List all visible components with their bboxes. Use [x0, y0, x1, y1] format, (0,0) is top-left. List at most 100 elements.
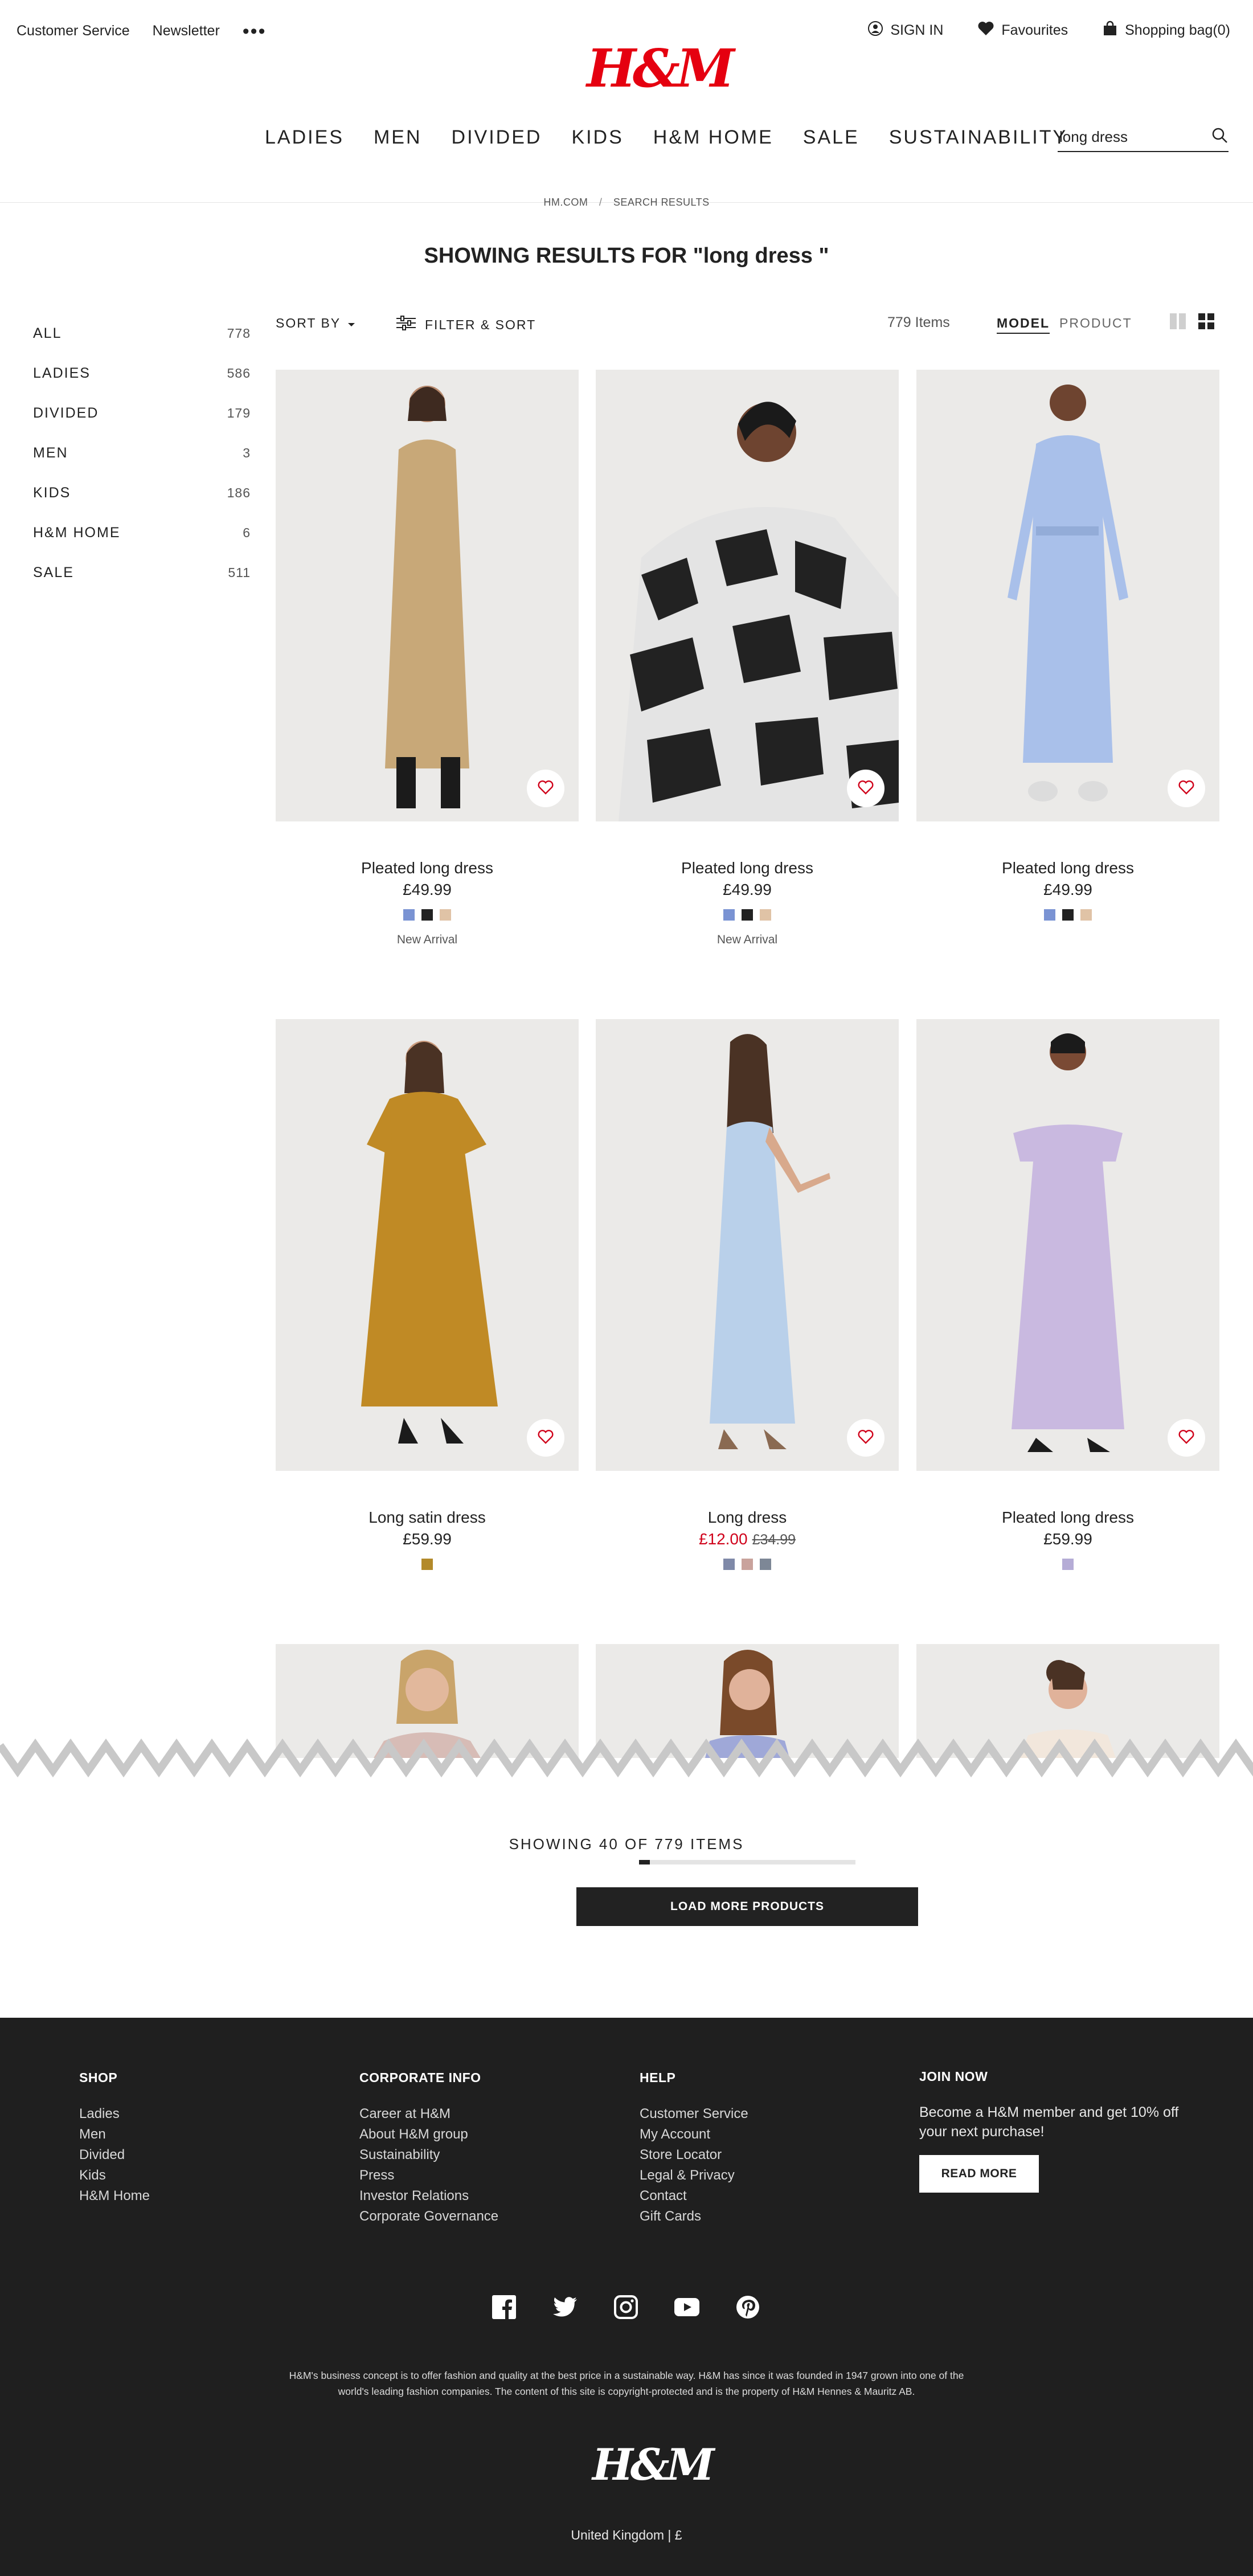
footer-link[interactable]: Store Locator	[640, 2145, 748, 2165]
nav-ladies[interactable]: LADIES	[265, 126, 344, 149]
customer-service-link[interactable]: Customer Service	[17, 23, 130, 39]
favourite-button[interactable]	[1168, 1419, 1205, 1457]
category-all[interactable]: ALL 778	[33, 313, 251, 353]
view-model-toggle[interactable]: MODEL	[997, 316, 1050, 334]
color-swatch[interactable]	[403, 909, 415, 921]
footer-link[interactable]: My Account	[640, 2124, 748, 2145]
sign-in-link[interactable]: SIGN IN	[867, 21, 943, 40]
favourites-link[interactable]: Favourites	[977, 21, 1068, 40]
footer-link[interactable]: Ladies	[79, 2104, 150, 2124]
items-count: 779 Items	[887, 314, 950, 330]
color-swatch[interactable]	[440, 909, 451, 921]
color-swatch[interactable]	[1080, 909, 1092, 921]
nav-divided[interactable]: DIVIDED	[452, 126, 542, 149]
view-product-toggle[interactable]: PRODUCT	[1059, 316, 1132, 331]
nav-sale[interactable]: SALE	[803, 126, 859, 149]
nav-hm-home[interactable]: H&M HOME	[653, 126, 773, 149]
model-figure	[1012, 1033, 1124, 1452]
heart-outline-icon	[537, 1429, 554, 1448]
four-column-grid-icon[interactable]	[1198, 313, 1214, 333]
nav-kids[interactable]: KIDS	[571, 126, 623, 149]
search-icon[interactable]	[1211, 127, 1229, 147]
color-swatch[interactable]	[723, 909, 735, 921]
product-name[interactable]: Long dress	[596, 1508, 899, 1527]
category-men[interactable]: MEN 3	[33, 433, 251, 473]
product-name[interactable]: Long satin dress	[276, 1508, 579, 1527]
product-image[interactable]	[916, 370, 1219, 821]
breadcrumb-home[interactable]: HM.COM	[543, 197, 588, 208]
product-image[interactable]	[276, 370, 579, 821]
search-input[interactable]	[1058, 128, 1189, 146]
color-swatch[interactable]	[421, 909, 433, 921]
footer-link[interactable]: Press	[359, 2165, 498, 2186]
footer-link[interactable]: Divided	[79, 2145, 150, 2165]
color-swatch[interactable]	[1062, 909, 1074, 921]
footer-link[interactable]: Sustainability	[359, 2145, 498, 2165]
footer-link[interactable]: H&M Home	[79, 2186, 150, 2206]
product-card[interactable]: Long satin dress £59.99	[276, 1019, 579, 1570]
favourite-button[interactable]	[527, 770, 564, 807]
footer-link[interactable]: Customer Service	[640, 2104, 748, 2124]
product-image[interactable]	[596, 1019, 899, 1471]
legal-text: H&M's business concept is to offer fashi…	[289, 2370, 964, 2397]
filter-sort-button[interactable]: FILTER & SORT	[396, 316, 536, 334]
category-kids[interactable]: KIDS 186	[33, 473, 251, 513]
color-swatch[interactable]	[1062, 1559, 1074, 1570]
footer-logo[interactable]: H&M	[592, 2439, 715, 2491]
color-swatch[interactable]	[421, 1559, 433, 1570]
product-card[interactable]: Long dress £12.00 £34.99	[596, 1019, 899, 1570]
product-card[interactable]: Pleated long dress £49.99 New Arrival	[596, 370, 899, 947]
load-more-button[interactable]: LOAD MORE PRODUCTS	[576, 1887, 918, 1926]
footer-link[interactable]: About H&M group	[359, 2124, 498, 2145]
nav-sustainability[interactable]: SUSTAINABILITY	[889, 126, 1067, 149]
product-name[interactable]: Pleated long dress	[916, 1508, 1219, 1527]
color-swatch[interactable]	[742, 909, 753, 921]
product-image[interactable]	[916, 1019, 1219, 1471]
favourite-button[interactable]	[847, 770, 885, 807]
read-more-button[interactable]: READ MORE	[919, 2155, 1039, 2193]
two-column-grid-icon[interactable]	[1170, 313, 1186, 333]
hm-logo[interactable]: H&M	[587, 40, 735, 97]
color-swatch[interactable]	[742, 1559, 753, 1570]
favourite-button[interactable]	[847, 1419, 885, 1457]
footer-link[interactable]: Contact	[640, 2186, 748, 2206]
category-ladies[interactable]: LADIES 586	[33, 353, 251, 393]
product-card[interactable]: Pleated long dress £49.99 New Arrival	[276, 370, 579, 947]
category-sale[interactable]: SALE 511	[33, 553, 251, 592]
nav-men[interactable]: MEN	[374, 126, 422, 149]
color-swatch[interactable]	[760, 909, 771, 921]
color-swatch[interactable]	[760, 1559, 771, 1570]
instagram-icon[interactable]	[614, 2295, 638, 2319]
favourite-button[interactable]	[1168, 770, 1205, 807]
product-price: £49.99	[723, 881, 772, 898]
footer-link[interactable]: Kids	[79, 2165, 150, 2186]
footer-link[interactable]: Gift Cards	[640, 2206, 748, 2227]
product-name[interactable]: Pleated long dress	[596, 859, 899, 877]
region-selector[interactable]: United Kingdom | £	[0, 2528, 1253, 2543]
product-card[interactable]: Pleated long dress £59.99	[916, 1019, 1219, 1570]
youtube-icon[interactable]	[674, 2295, 699, 2319]
pinterest-icon[interactable]	[736, 2295, 760, 2319]
favourite-button[interactable]	[527, 1419, 564, 1457]
footer-link[interactable]: Men	[79, 2124, 150, 2145]
product-name[interactable]: Pleated long dress	[916, 859, 1219, 877]
product-card[interactable]: Pleated long dress £49.99	[916, 370, 1219, 921]
more-icon[interactable]: •••	[243, 22, 267, 41]
newsletter-link[interactable]: Newsletter	[153, 23, 220, 39]
product-name[interactable]: Pleated long dress	[276, 859, 579, 877]
sort-by-dropdown[interactable]: SORT BY	[276, 316, 355, 331]
twitter-icon[interactable]	[552, 2295, 578, 2319]
facebook-icon[interactable]	[492, 2295, 516, 2319]
footer-link[interactable]: Legal & Privacy	[640, 2165, 748, 2186]
footer-link[interactable]: Career at H&M	[359, 2104, 498, 2124]
footer-link[interactable]: Corporate Governance	[359, 2206, 498, 2227]
category-divided[interactable]: DIVIDED 179	[33, 393, 251, 433]
category-hm-home[interactable]: H&M HOME 6	[33, 513, 251, 553]
color-swatch[interactable]	[723, 1559, 735, 1570]
product-info: Pleated long dress £49.99	[916, 859, 1219, 921]
color-swatch[interactable]	[1044, 909, 1055, 921]
shopping-bag-link[interactable]: Shopping bag(0)	[1102, 21, 1230, 40]
product-image[interactable]	[596, 370, 899, 821]
product-image[interactable]	[276, 1019, 579, 1471]
footer-link[interactable]: Investor Relations	[359, 2186, 498, 2206]
